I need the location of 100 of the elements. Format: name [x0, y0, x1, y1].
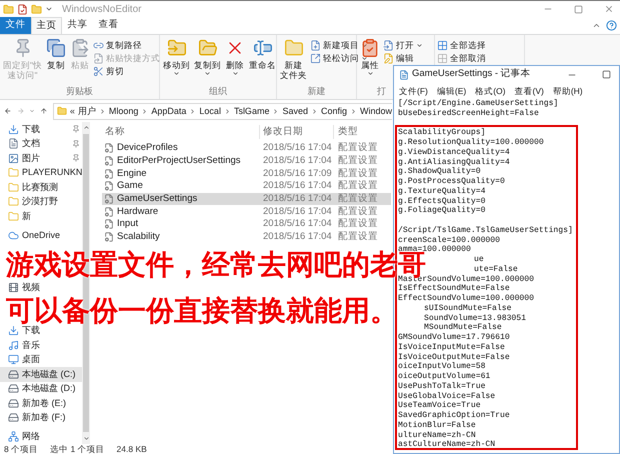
document-icon — [8, 138, 19, 150]
code-line: g.ResolutionQuality=100.000000 — [398, 138, 544, 147]
file-row[interactable]: Hardware 2018/5/16 17:04 配置设置 — [102, 205, 391, 218]
code-line: bUseDesiredScreenHeight=False — [398, 108, 539, 118]
rename-icon — [252, 38, 272, 58]
nav-item[interactable]: 下载 — [0, 324, 82, 338]
ribbon-button[interactable]: 新建 文件夹 — [279, 38, 308, 80]
file-date: 2018/5/16 17:04 — [262, 179, 333, 194]
file-row[interactable]: Game 2018/5/16 17:04 配置设置 — [102, 180, 391, 193]
ribbon-button[interactable]: 删除 — [224, 38, 246, 77]
caret-icon — [416, 42, 423, 48]
settings-file-icon — [104, 168, 114, 179]
collapse-ribbon-icon[interactable] — [592, 21, 601, 30]
nav-item[interactable]: 新 — [0, 209, 82, 224]
nav-item[interactable]: 本地磁盘 (D:) — [0, 382, 82, 396]
nav-item[interactable]: 网络 — [0, 429, 82, 444]
monitor-icon — [8, 354, 19, 366]
breadcrumb[interactable]: AppData — [151, 106, 186, 116]
breadcrumb[interactable]: Saved — [282, 106, 308, 116]
download-icon — [8, 325, 19, 336]
file-name: Engine — [117, 166, 147, 181]
nav-item[interactable]: 比赛预测 — [0, 180, 82, 194]
nav-item[interactable]: PLAYERUNKN — [0, 166, 82, 180]
code-line: /Script/TslGame.TslGameUserSettings] — [398, 226, 573, 235]
code-line: g.ViewDistanceQuality=4 — [398, 148, 510, 157]
nav-item[interactable]: 下载 — [0, 122, 82, 136]
scroll-down-icon[interactable] — [82, 435, 90, 442]
ribbon-button[interactable]: 复制到 — [193, 38, 222, 77]
up-icon[interactable] — [40, 106, 48, 116]
maximize-icon[interactable] — [574, 4, 583, 14]
file-date: 2018/5/16 17:04 — [262, 154, 333, 168]
ribbon-tab[interactable]: 共享 — [62, 17, 93, 34]
file-row[interactable]: DeviceProfiles 2018/5/16 17:04 配置设置 — [102, 142, 391, 155]
notepad-icon — [399, 70, 409, 80]
film-icon — [8, 282, 19, 293]
ribbon-button[interactable]: 新建项目 — [310, 39, 368, 51]
file-row[interactable]: Input 2018/5/16 17:04 配置设置 — [102, 218, 391, 231]
scroll-up-icon[interactable] — [82, 124, 90, 131]
nav-item[interactable]: 沙漠打野 — [0, 194, 82, 209]
file-row[interactable]: GameUserSettings 2018/5/16 17:04 配置设置 — [102, 192, 391, 206]
nav-item[interactable]: 视频 — [0, 280, 82, 294]
help-icon[interactable] — [606, 20, 617, 31]
breadcrumb[interactable]: 用户 — [78, 106, 96, 116]
nav-item[interactable]: 新加卷 (E:) — [0, 396, 82, 410]
file-name: DeviceProfiles — [117, 141, 178, 156]
breadcrumb[interactable]: Local — [199, 106, 221, 116]
grid-icon — [437, 40, 448, 50]
nav-item[interactable]: 音乐 — [0, 338, 82, 352]
maximize-icon[interactable] — [602, 70, 611, 79]
address-bar[interactable]: « 用户 Mloong AppData Local TslGame Saved Config Window — [52, 102, 392, 120]
file-date: 2018/5/16 17:04 — [262, 217, 333, 232]
column-header[interactable]: 修改日期 — [260, 124, 334, 140]
ribbon-button[interactable]: 重命名 — [248, 38, 277, 70]
code-line: sUISoundMute=False — [424, 304, 512, 313]
breadcrumb[interactable]: Mloong — [108, 106, 138, 116]
recent-icon[interactable] — [29, 107, 36, 115]
ribbon-group-label: 剪贴板 — [66, 85, 93, 98]
overlay-caption: 可以备份一份直接替换就能用。 — [6, 298, 398, 323]
nav-item[interactable]: 桌面 — [0, 352, 82, 367]
file-tab[interactable]: 文件 — [0, 17, 31, 34]
code-line: MotionBlur=False — [398, 420, 476, 430]
back-icon[interactable] — [4, 106, 12, 116]
menu-item[interactable]: 文件(F) — [399, 84, 428, 98]
breadcrumb[interactable]: TslGame — [234, 106, 270, 116]
nav-item[interactable]: OneDrive — [0, 228, 82, 243]
ribbon-button[interactable]: 全部取消 — [437, 52, 486, 64]
ribbon-button[interactable]: 打开 — [383, 39, 423, 51]
ribbon-button[interactable]: 全部选择 — [437, 39, 486, 51]
ribbon-button[interactable]: 移动到 — [162, 38, 191, 77]
column-header[interactable]: 类型 — [334, 124, 358, 140]
caret-icon[interactable] — [45, 5, 53, 13]
properties-icon[interactable] — [17, 4, 28, 14]
menu-item[interactable]: 帮助(H) — [552, 84, 583, 98]
ribbon-button[interactable]: 复制路径 — [93, 39, 160, 51]
ribbon-tab[interactable]: 查看 — [93, 17, 124, 34]
file-row[interactable]: EditorPerProjectUserSettings 2018/5/16 17:04 配置设置 — [102, 154, 391, 168]
nav-item[interactable]: 文档 — [0, 136, 82, 151]
menu-item[interactable]: 查看(V) — [514, 84, 544, 98]
ribbon-group-label: 组织 — [209, 85, 227, 98]
breadcrumb[interactable]: Window — [360, 106, 392, 116]
clipboard-icon — [70, 38, 90, 58]
caret-icon — [173, 70, 180, 77]
nav-item[interactable]: 图片 — [0, 151, 82, 166]
drive-icon — [8, 383, 19, 394]
nav-item[interactable]: 本地磁盘 (C:) — [0, 367, 82, 382]
nav-item[interactable]: 新加卷 (F:) — [0, 410, 82, 425]
chevron-icon — [310, 108, 318, 114]
file-row[interactable]: Engine 2018/5/16 17:09 配置设置 — [102, 167, 391, 180]
ribbon-button[interactable]: 编辑 — [383, 52, 423, 64]
code-line: g.FoliageQuality=0 — [398, 206, 486, 216]
network-icon — [8, 430, 19, 442]
ribbon-button[interactable]: 剪切 — [93, 65, 160, 77]
menu-item[interactable]: 格式(O) — [475, 84, 506, 98]
breadcrumb[interactable]: Config — [320, 106, 347, 116]
column-header[interactable]: 名称 — [102, 124, 260, 140]
ribbon-button[interactable]: 复制 — [45, 38, 68, 70]
close-icon[interactable] — [604, 4, 614, 14]
ribbon-tab[interactable]: 主页 — [31, 17, 62, 34]
file-row[interactable]: Scalability 2018/5/16 17:04 配置设置 — [102, 230, 391, 244]
menu-item[interactable]: 编辑(E) — [436, 84, 466, 98]
